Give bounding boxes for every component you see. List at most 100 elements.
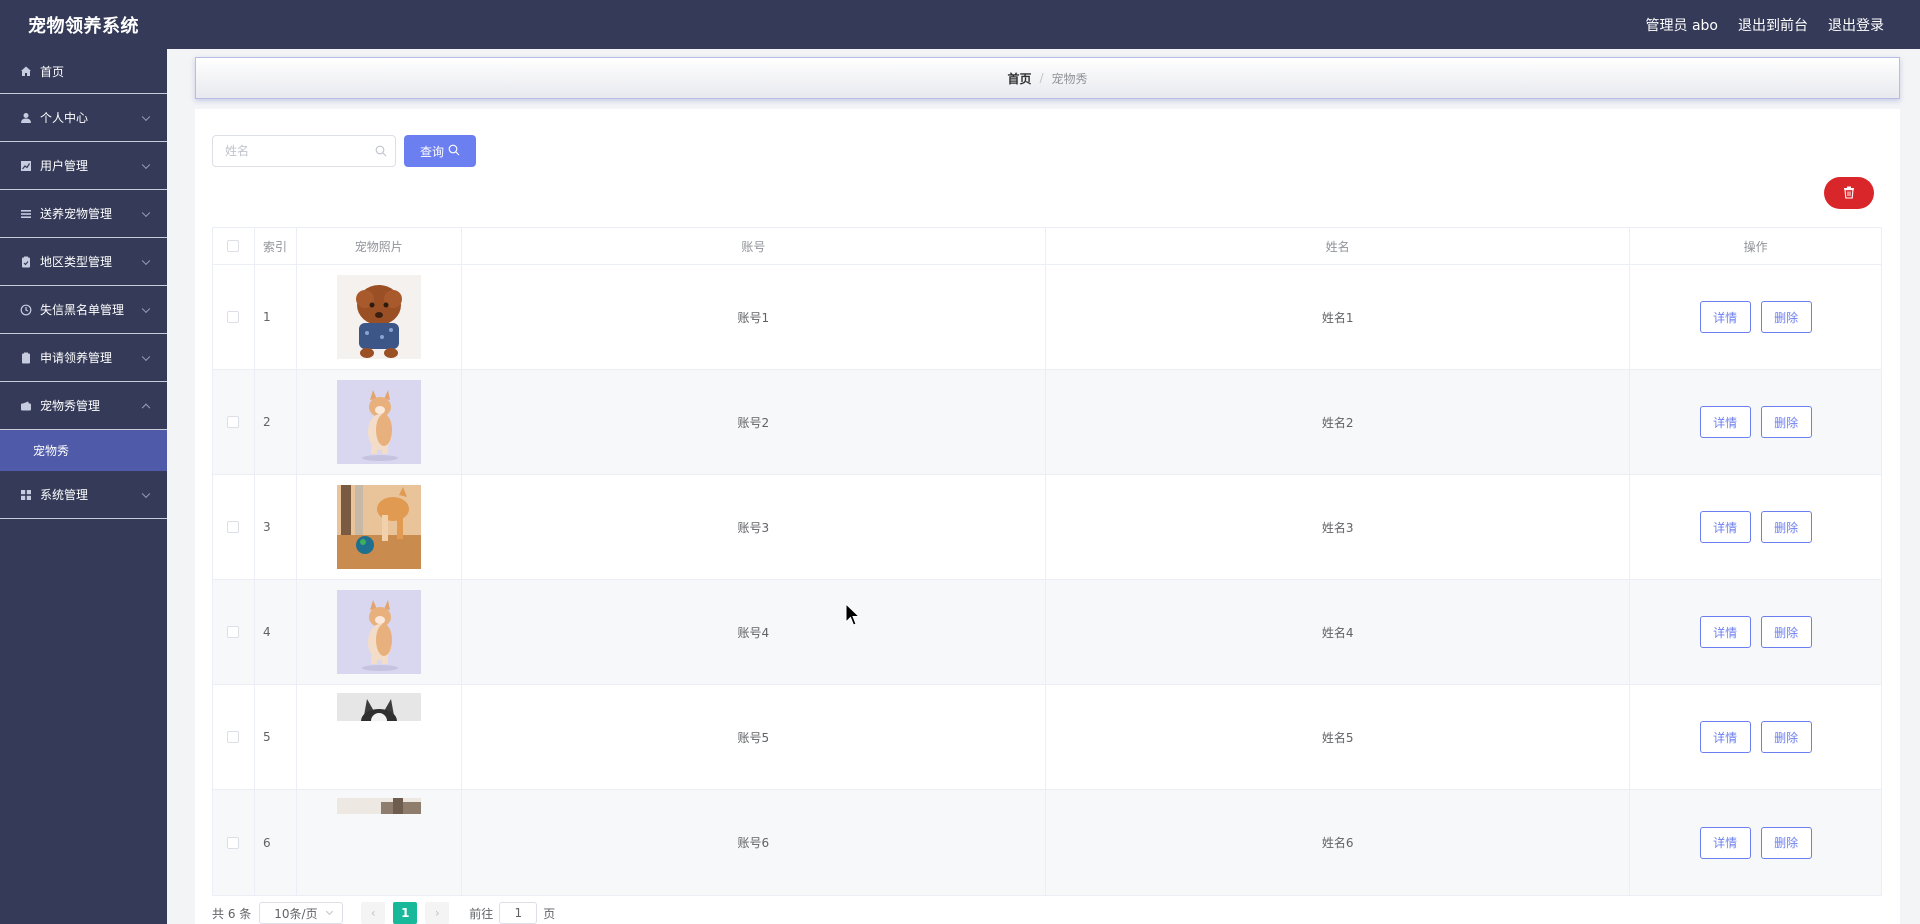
chevron-down-icon: [141, 208, 151, 217]
photo-cell: [297, 790, 462, 895]
sidebar-item-adoption-application-management[interactable]: 申请领养管理: [0, 334, 167, 382]
goto-page-input[interactable]: 1: [499, 902, 538, 924]
delete-button[interactable]: 删除: [1760, 616, 1812, 648]
sidebar-item-label: 首页: [40, 64, 65, 79]
row-checkbox[interactable]: [227, 731, 240, 743]
clock-icon: [20, 304, 32, 316]
column-header-photo: 宠物照片: [297, 228, 462, 264]
column-header-account: 账号: [462, 228, 1046, 264]
row-checkbox[interactable]: [227, 416, 240, 428]
delete-button[interactable]: 删除: [1760, 721, 1812, 753]
sidebar-item-label: 个人中心: [40, 111, 89, 125]
top-header: 宠物领养系统 管理员 abo 退出到前台 退出登录: [0, 0, 1920, 49]
logout-link[interactable]: 退出登录: [1828, 15, 1884, 35]
page-size-value: 10条/页: [274, 906, 318, 921]
list-icon: [20, 208, 32, 220]
account-cell: 账号5: [462, 685, 1046, 789]
sidebar-item-home[interactable]: 首页: [0, 49, 167, 94]
next-page-button[interactable]: ›: [425, 902, 450, 924]
prev-page-button[interactable]: ‹: [361, 902, 386, 924]
name-search-input[interactable]: [225, 144, 375, 158]
admin-user-label[interactable]: 管理员 abo: [1646, 15, 1718, 35]
page-size-select[interactable]: 10条/页: [259, 902, 344, 924]
row-index: 5: [255, 685, 297, 789]
row-checkbox-cell: [213, 265, 255, 369]
detail-button[interactable]: 详情: [1699, 301, 1751, 333]
account-cell: 账号1: [462, 265, 1046, 369]
detail-button[interactable]: 详情: [1699, 511, 1751, 543]
chevron-left-icon: ‹: [370, 906, 376, 920]
chevron-right-icon: ›: [434, 906, 440, 920]
back-to-frontend-link[interactable]: 退出到前台: [1738, 15, 1808, 35]
photo-cell: [297, 370, 462, 474]
app-title: 宠物领养系统: [28, 15, 139, 37]
breadcrumb: 首页 / 宠物秀: [195, 57, 1900, 99]
detail-button[interactable]: 详情: [1699, 721, 1751, 753]
name-cell: 姓名3: [1046, 475, 1631, 579]
goto-suffix: 页: [543, 906, 556, 921]
sidebar-item-pet-show-management[interactable]: 宠物秀管理: [0, 382, 167, 430]
sidebar-item-region-type-management[interactable]: 地区类型管理: [0, 238, 167, 286]
cat-ball-photo[interactable]: [336, 485, 421, 569]
delete-button[interactable]: 删除: [1760, 826, 1812, 859]
batch-delete-button[interactable]: [1824, 177, 1874, 209]
column-header-actions: 操作: [1743, 239, 1768, 254]
table-row: 4 账号4 姓名4 详情 删除: [213, 580, 1881, 685]
sidebar: 首页 个人中心 用户管理 送养宠物管理 地区类型管理 失信黑名单管理 申请领养管…: [0, 49, 167, 924]
row-checkbox[interactable]: [227, 836, 240, 849]
select-all-checkbox[interactable]: [227, 240, 240, 252]
detail-button[interactable]: 详情: [1699, 406, 1751, 438]
photo-cell: [297, 685, 462, 789]
page-number-current[interactable]: 1: [393, 902, 418, 924]
row-checkbox[interactable]: [227, 521, 240, 533]
table-row: 6 账号6 姓名6 详情 删除: [213, 790, 1881, 895]
actions-cell: 详情 删除: [1630, 685, 1881, 789]
sidebar-item-label: 申请领养管理: [40, 351, 113, 365]
photo-cell: [297, 265, 462, 369]
sidebar-item-pet-adoption-management[interactable]: 送养宠物管理: [0, 190, 167, 238]
sidebar-item-user-management[interactable]: 用户管理: [0, 142, 167, 190]
breadcrumb-home[interactable]: 首页: [1007, 70, 1031, 87]
account-cell: 账号6: [462, 790, 1046, 895]
delete-button[interactable]: 删除: [1760, 406, 1812, 438]
sidebar-item-label: 送养宠物管理: [40, 207, 113, 221]
husky-photo[interactable]: [336, 693, 421, 721]
sidebar-item-system-management[interactable]: 系统管理: [0, 471, 167, 519]
chevron-down-icon: [141, 304, 151, 313]
sidebar-item-label: 系统管理: [40, 488, 89, 502]
row-checkbox-cell: [213, 685, 255, 789]
partial-photo[interactable]: [336, 798, 421, 814]
delete-button[interactable]: 删除: [1760, 511, 1812, 543]
detail-button[interactable]: 详情: [1699, 616, 1751, 648]
row-checkbox[interactable]: [227, 626, 240, 638]
search-icon: [375, 145, 387, 160]
chevron-down-icon: [326, 907, 334, 916]
name-search-field[interactable]: [212, 135, 396, 167]
name-cell: 姓名4: [1046, 580, 1631, 684]
delete-button[interactable]: 删除: [1760, 301, 1812, 333]
table-header-row: 索引 宠物照片 账号 姓名 操作: [213, 228, 1881, 265]
pet-show-table: 索引 宠物照片 账号 姓名 操作 1 账号1 姓名1 详情 删除 2 账号2 姓…: [212, 227, 1882, 896]
chevron-up-icon: [141, 403, 151, 412]
sidebar-item-label: 失信黑名单管理: [40, 303, 125, 317]
detail-button[interactable]: 详情: [1699, 826, 1751, 859]
breadcrumb-current: 宠物秀: [1051, 71, 1088, 86]
actions-cell: 详情 删除: [1630, 370, 1881, 474]
account-cell: 账号4: [462, 580, 1046, 684]
cat-photo[interactable]: [336, 380, 421, 464]
chevron-down-icon: [141, 352, 151, 361]
query-button-label: 查询: [419, 144, 444, 159]
goto-label: 前往: [469, 906, 494, 921]
poodle-photo[interactable]: [336, 275, 421, 359]
sidebar-subitem-pet-show[interactable]: 宠物秀: [0, 430, 167, 471]
query-button[interactable]: 查询: [404, 135, 476, 167]
clipboard-icon: [20, 256, 32, 268]
grid-icon: [20, 489, 32, 501]
row-checkbox[interactable]: [227, 311, 240, 323]
photo-cell: [297, 580, 462, 684]
sidebar-item-blacklist-management[interactable]: 失信黑名单管理: [0, 286, 167, 334]
table-row: 5 账号5 姓名5 详情 删除: [213, 685, 1881, 790]
cat-photo[interactable]: [336, 590, 421, 674]
sidebar-item-personal-center[interactable]: 个人中心: [0, 94, 167, 142]
sidebar-item-label: 地区类型管理: [40, 255, 113, 269]
